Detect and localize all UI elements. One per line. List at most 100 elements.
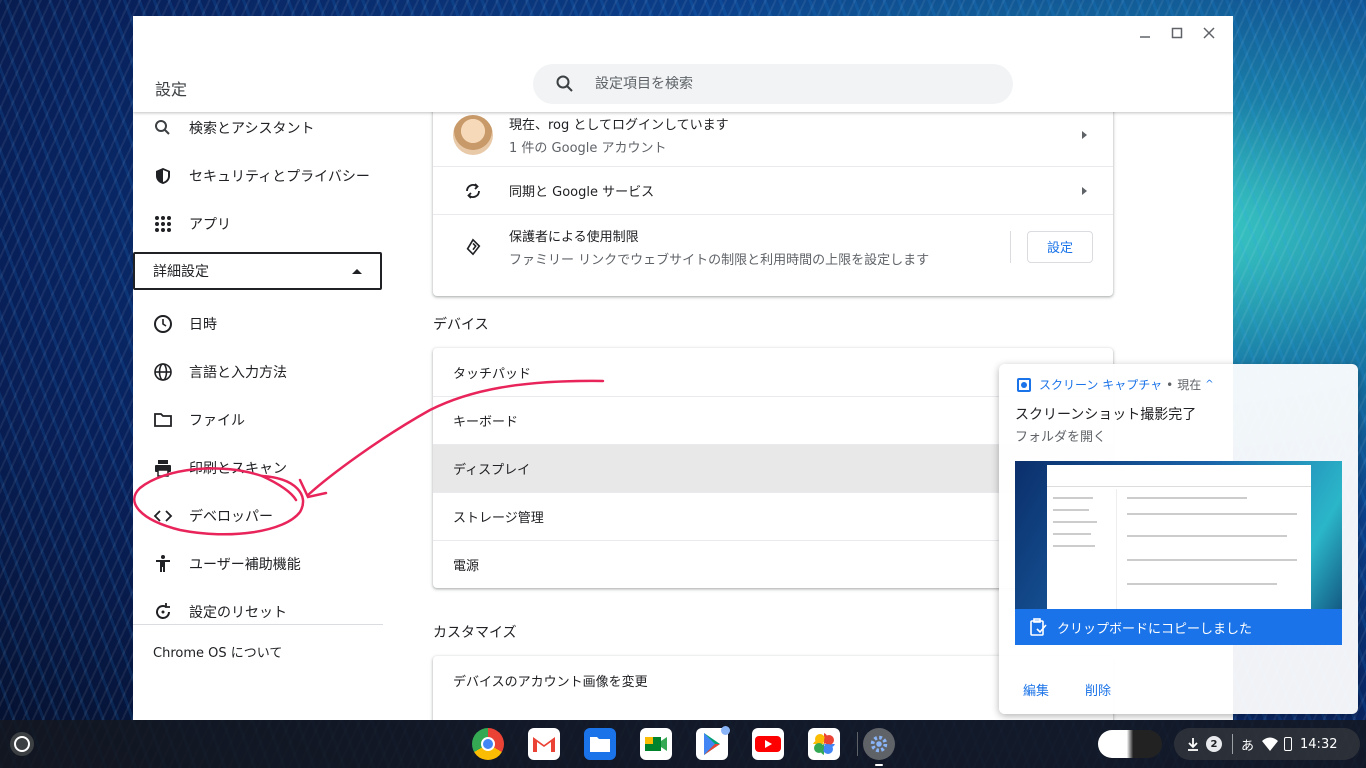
meet-icon[interactable] <box>640 728 672 760</box>
sidebar-item-label: 言語と入力方法 <box>189 365 287 381</box>
search-icon <box>556 75 573 92</box>
sidebar-item-label: 印刷とスキャン <box>189 461 287 477</box>
people-card: 現在、rog としてログインしています 1 件の Google アカウント 同期… <box>433 100 1113 296</box>
files-icon[interactable] <box>584 728 616 760</box>
divider <box>1010 230 1011 263</box>
accessibility-icon <box>153 554 173 574</box>
youtube-icon[interactable] <box>752 728 784 760</box>
avatar <box>453 115 493 155</box>
sidebar-item-developers[interactable]: デベロッパー <box>133 492 383 540</box>
sidebar-item-label: 日時 <box>189 317 217 333</box>
download-icon <box>1188 738 1198 751</box>
sidebar-item-languages[interactable]: 言語と入力方法 <box>133 348 383 396</box>
sidebar-item-accessibility[interactable]: ユーザー補助機能 <box>133 540 383 588</box>
sync-row[interactable]: 同期と Google サービス <box>433 166 1113 214</box>
parental-controls-title: 保護者による使用制限 <box>509 229 639 245</box>
code-icon <box>153 506 173 526</box>
sidebar-item-label: ユーザー補助機能 <box>189 557 301 573</box>
search-box[interactable] <box>533 64 1013 104</box>
parental-controls-setup-button[interactable]: 設定 <box>1027 230 1093 263</box>
about-chrome-os-link[interactable]: Chrome OS について <box>153 642 282 661</box>
sidebar-item-print-scan[interactable]: 印刷とスキャン <box>133 444 383 492</box>
sidebar-item-apps[interactable]: アプリ <box>133 200 383 248</box>
clipboard-text: クリップボードにコピーしました <box>1057 621 1253 637</box>
wifi-icon <box>1262 737 1279 751</box>
settings-app-icon[interactable] <box>863 728 895 760</box>
shield-icon <box>153 166 173 186</box>
sidebar-item-files[interactable]: ファイル <box>133 396 383 444</box>
screenshot-notification[interactable]: スクリーン キャプチャ • 現在 ^ スクリーンショット撮影完了 フォルダを開く… <box>999 364 1358 714</box>
parental-controls-icon <box>453 227 493 267</box>
sidebar: 検索とアシスタント セキュリティとプライバシー アプリ 詳細設定 日時 言語と入… <box>133 112 383 720</box>
sidebar-item-security[interactable]: セキュリティとプライバシー <box>133 152 383 200</box>
notification-separator: • <box>1166 377 1174 392</box>
account-title: 現在、rog としてログインしています <box>509 118 729 133</box>
clock: 14:32 <box>1300 736 1338 752</box>
photos-icon[interactable] <box>808 728 840 760</box>
open-folder-link[interactable]: フォルダを開く <box>1015 426 1106 445</box>
minimize-button[interactable] <box>1129 22 1161 44</box>
parental-controls-subtitle: ファミリー リンクでウェブサイトの制限と利用時間の上限を設定します <box>509 252 930 268</box>
sidebar-item-label: 検索とアシスタント <box>189 121 315 137</box>
clock-icon <box>153 314 173 334</box>
caret-up-icon <box>352 268 362 274</box>
sidebar-item-label: デベロッパー <box>189 509 273 525</box>
sidebar-item-label: 設定のリセット <box>189 605 287 621</box>
account-subtitle: 1 件の Google アカウント <box>509 141 667 156</box>
clipboard-check-icon <box>1030 618 1047 636</box>
search-icon <box>153 118 173 138</box>
download-count-badge: 2 <box>1206 736 1222 752</box>
notification-time: 現在 <box>1177 378 1202 392</box>
search-input[interactable] <box>595 76 975 92</box>
sync-icon <box>453 171 493 211</box>
minimize-icon <box>1140 36 1150 38</box>
notification-actions: 編集 削除 <box>1023 680 1111 699</box>
shelf-divider <box>857 732 858 756</box>
chrome-icon[interactable] <box>472 728 504 760</box>
screenshot-thumbnail[interactable]: クリップボードにコピーしました <box>1015 461 1342 645</box>
sidebar-item-reset[interactable]: 設定のリセット <box>133 588 383 636</box>
apps-grid-icon <box>153 214 173 234</box>
reset-icon <box>153 602 173 622</box>
notification-title: スクリーンショット撮影完了 <box>1015 407 1197 423</box>
maximize-button[interactable] <box>1161 22 1193 44</box>
maximize-icon <box>1171 27 1183 39</box>
sidebar-item-label: セキュリティとプライバシー <box>189 169 370 185</box>
parental-controls-row: 保護者による使用制限 ファミリー リンクでウェブサイトの制限と利用時間の上限を設… <box>433 214 1113 278</box>
notification-app-name: スクリーン キャプチャ <box>1039 378 1163 392</box>
holding-space-button[interactable] <box>1098 730 1162 758</box>
launcher-button[interactable] <box>10 732 34 756</box>
status-tray[interactable]: 2 あ 14:32 <box>1174 728 1360 760</box>
battery-icon <box>1284 737 1293 751</box>
advanced-settings-label: 詳細設定 <box>153 264 209 280</box>
sync-label: 同期と Google サービス <box>509 185 655 200</box>
running-indicator <box>875 764 883 766</box>
screen-capture-icon <box>1017 377 1031 392</box>
shelf: 2 あ 14:32 <box>0 720 1366 768</box>
customize-section-title: カスタマイズ <box>433 625 517 641</box>
ime-indicator: あ <box>1241 738 1255 754</box>
folder-icon <box>153 410 173 430</box>
notification-header: スクリーン キャプチャ • 現在 ^ <box>1017 376 1214 393</box>
chevron-right-icon <box>1082 131 1087 139</box>
globe-icon <box>153 362 173 382</box>
gmail-icon[interactable] <box>528 728 560 760</box>
app-title: 設定 <box>155 80 188 99</box>
sidebar-item-date-time[interactable]: 日時 <box>133 300 383 348</box>
close-button[interactable] <box>1193 22 1225 44</box>
tray-divider <box>1232 734 1233 754</box>
close-icon <box>1203 27 1215 39</box>
play-store-icon[interactable] <box>696 726 730 760</box>
printer-icon <box>153 458 173 478</box>
pinned-apps <box>472 726 840 760</box>
sidebar-divider <box>133 624 383 625</box>
advanced-settings-toggle[interactable]: 詳細設定 <box>133 252 382 290</box>
sidebar-item-label: アプリ <box>189 217 231 233</box>
collapse-chevron-icon[interactable]: ^ <box>1205 379 1213 390</box>
edit-button[interactable]: 編集 <box>1023 680 1049 699</box>
delete-button[interactable]: 削除 <box>1085 680 1111 699</box>
chevron-right-icon <box>1082 186 1087 195</box>
device-section-title: デバイス <box>433 317 489 333</box>
clipboard-banner: クリップボードにコピーしました <box>1015 609 1342 645</box>
thumbnail-preview <box>1047 465 1311 615</box>
